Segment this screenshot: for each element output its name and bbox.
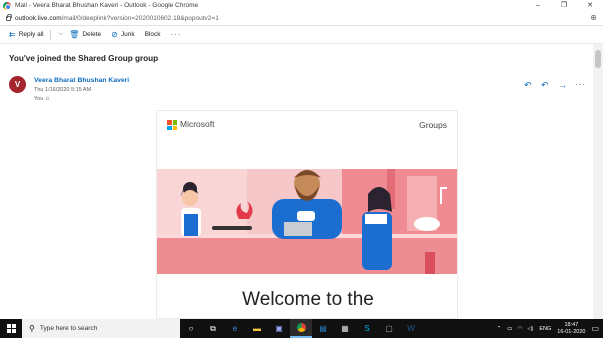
more-actions-icon[interactable]: ··· (575, 80, 586, 89)
search-placeholder: Type here to search (39, 325, 98, 332)
command-bar: ⇇ Reply all ⌵ 🗑 Delete ⊘ Junk Block ··· (0, 26, 603, 44)
notifications-icon[interactable]: ▭ (591, 324, 599, 333)
block-button[interactable]: Block (145, 31, 161, 38)
delete-button[interactable]: 🗑 Delete (69, 30, 101, 39)
wifi-icon[interactable]: ◠ (518, 326, 523, 332)
trash-icon: 🗑 (69, 30, 80, 39)
app-icon[interactable]: ▢ (378, 319, 400, 338)
search-icon: ⚲ (29, 324, 35, 333)
clock-time: 18:47 (564, 321, 579, 328)
file-explorer-icon[interactable]: ▬ (246, 319, 268, 338)
brand-name: Microsoft (180, 119, 215, 129)
reply-all-label: Reply all (18, 31, 44, 38)
windows-logo-icon (6, 324, 16, 333)
teams-icon[interactable]: ▣ (268, 319, 290, 338)
reply-all-button[interactable]: ⇇ Reply all (9, 30, 44, 39)
start-button[interactable] (0, 319, 22, 338)
message-subject: You've joined the Shared Group group (9, 54, 159, 63)
welcome-headline: Welcome to the (242, 289, 374, 310)
more-options-button[interactable]: ··· (171, 30, 182, 39)
chevron-up-icon[interactable]: ⌃ (497, 326, 502, 332)
word-icon[interactable]: W (400, 319, 422, 338)
outlook-icon[interactable]: ▤ (312, 319, 334, 338)
language-indicator[interactable]: ENG (539, 326, 551, 332)
divider (49, 29, 51, 40)
avatar[interactable]: V (9, 76, 26, 93)
sender-name[interactable]: Veera Bharat Bhushan Kaveri (34, 77, 129, 84)
calculator-icon[interactable]: ▦ (334, 319, 356, 338)
recipient: You ☺ (34, 96, 51, 102)
chrome-icon (3, 1, 11, 10)
close-button[interactable]: ✕ (577, 0, 603, 11)
block-label: Block (144, 31, 161, 38)
chevron-down-icon[interactable]: ⌵ (59, 31, 64, 38)
hero-illustration (157, 164, 457, 274)
forward-icon[interactable]: → (558, 80, 567, 90)
edge-icon[interactable]: e (224, 319, 246, 338)
skype-icon[interactable]: S (356, 319, 378, 338)
reply-all-icon[interactable]: ↶ (541, 80, 549, 91)
address-host: outlook.live.com (15, 14, 62, 22)
scrollbar-thumb[interactable] (595, 50, 601, 68)
windows-taskbar: ⚲ Type here to search ○ ⧉ e ▬ ▣ ▤ ▦ S ▢ … (0, 319, 603, 338)
zoom-icon[interactable]: ⊕ (590, 13, 597, 22)
lock-icon (6, 13, 12, 21)
delete-label: Delete (82, 31, 102, 38)
taskbar-search[interactable]: ⚲ Type here to search (22, 319, 180, 338)
chrome-taskbar-icon[interactable] (290, 319, 312, 338)
junk-button[interactable]: ⊘ Junk (111, 30, 134, 39)
reply-icon[interactable]: ↶ (524, 80, 532, 91)
microsoft-logo-icon (167, 120, 177, 130)
system-tray: ⌃ ▭ ◠ ◁) ENG 18:47 16-01-2020 ▭ (497, 319, 603, 338)
clock[interactable]: 18:47 16-01-2020 (557, 322, 585, 336)
battery-icon[interactable]: ▭ (507, 326, 512, 332)
address-bar[interactable]: outlook.live.com /mail/0/deeplink?versio… (0, 11, 603, 26)
sent-date: Thu 1/16/2020 5:15 AM (34, 87, 92, 93)
scrollbar[interactable] (593, 44, 603, 319)
junk-label: Junk (120, 31, 135, 38)
reply-all-icon: ⇇ (9, 30, 16, 39)
window-title: Mail - Veera Bharat Bhushan Kaveri - Out… (15, 2, 199, 9)
clock-date: 16-01-2020 (557, 328, 586, 335)
task-view-icon[interactable]: ⧉ (202, 319, 224, 338)
maximize-button[interactable]: ❐ (551, 0, 577, 11)
minimize-button[interactable]: – (525, 0, 551, 11)
product-name: Groups (419, 120, 447, 130)
email-body: Microsoft Groups Welcome to the (156, 110, 458, 319)
volume-icon[interactable]: ◁) (527, 326, 533, 332)
cortana-icon[interactable]: ○ (180, 319, 202, 338)
address-path: /mail/0/deeplink?version=2020010602.18&p… (61, 14, 219, 22)
browser-titlebar: Mail - Veera Bharat Bhushan Kaveri - Out… (0, 0, 603, 11)
block-circle-icon: ⊘ (111, 30, 118, 39)
